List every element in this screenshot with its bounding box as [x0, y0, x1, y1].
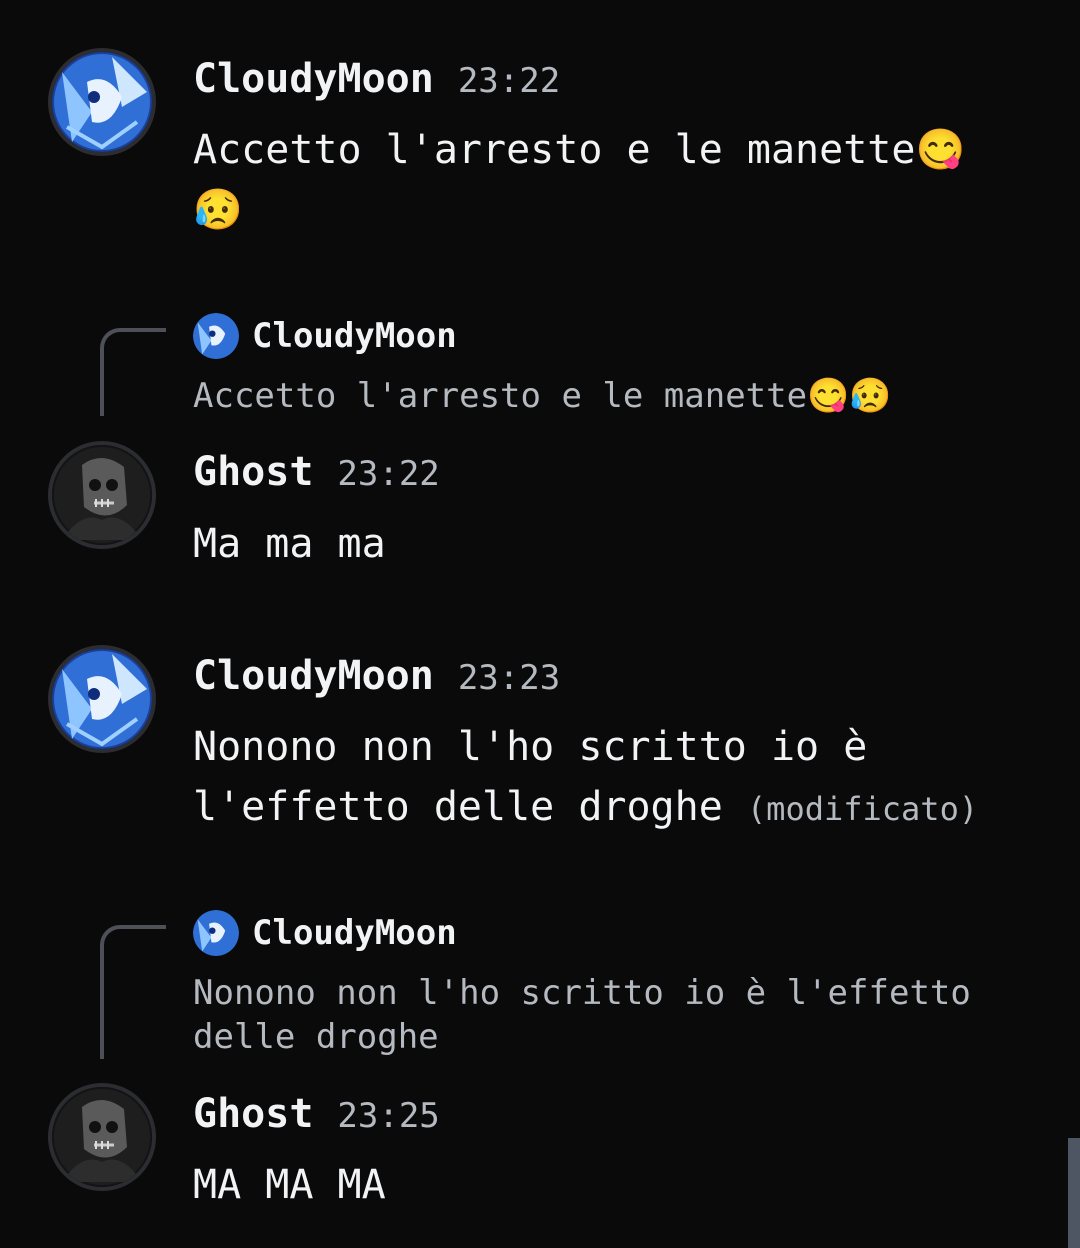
message-content: MA MA MA — [193, 1162, 386, 1208]
message-content: Accetto l'arresto e le manette😋 😥 — [193, 127, 966, 233]
message[interactable]: CloudyMoon Nonono non l'ho scritto io è … — [0, 897, 1080, 1227]
author-name[interactable]: CloudyMoon — [193, 56, 434, 102]
avatar[interactable] — [48, 645, 156, 753]
reply-connector — [100, 328, 166, 416]
avatar[interactable] — [48, 1083, 156, 1191]
ghost-avatar-image — [52, 1087, 152, 1187]
author-name[interactable]: CloudyMoon — [193, 653, 434, 699]
cloudymoon-avatar-image — [193, 313, 239, 359]
message[interactable]: CloudyMoon 23:22 Accetto l'arresto e le … — [0, 0, 1080, 260]
message-content: Ma ma ma — [193, 521, 386, 567]
reply-preview[interactable]: Accetto l'arresto e le manette😋😥 — [193, 374, 1033, 418]
timestamp: 23:22 — [337, 454, 440, 494]
reply-preview[interactable]: Nonono non l'ho scritto io è l'effetto d… — [193, 971, 1033, 1059]
author-name[interactable]: Ghost — [193, 1091, 313, 1137]
message[interactable]: CloudyMoon Accetto l'arresto e le manett… — [0, 300, 1080, 580]
cloudymoon-avatar-image — [52, 649, 152, 749]
reply-author[interactable]: CloudyMoon — [252, 913, 457, 953]
cloudymoon-avatar-image — [52, 52, 152, 152]
avatar[interactable] — [48, 441, 156, 549]
ghost-avatar-image — [52, 445, 152, 545]
message-content: Nonono non l'ho scritto io è l'effetto d… — [193, 717, 1053, 839]
reply-author[interactable]: CloudyMoon — [252, 316, 457, 356]
message[interactable]: CloudyMoon 23:23 Nonono non l'ho scritto… — [0, 597, 1080, 857]
cloudymoon-avatar-image — [193, 910, 239, 956]
scrollbar[interactable] — [1068, 1138, 1080, 1248]
timestamp: 23:22 — [457, 61, 561, 101]
avatar[interactable] — [48, 48, 156, 156]
author-name[interactable]: Ghost — [193, 449, 313, 495]
reply-avatar — [193, 313, 239, 359]
timestamp: 23:25 — [337, 1096, 440, 1136]
reply-avatar — [193, 910, 239, 956]
timestamp: 23:23 — [457, 658, 561, 698]
reply-connector — [100, 925, 166, 1059]
edited-label: (modificato) — [746, 790, 979, 828]
